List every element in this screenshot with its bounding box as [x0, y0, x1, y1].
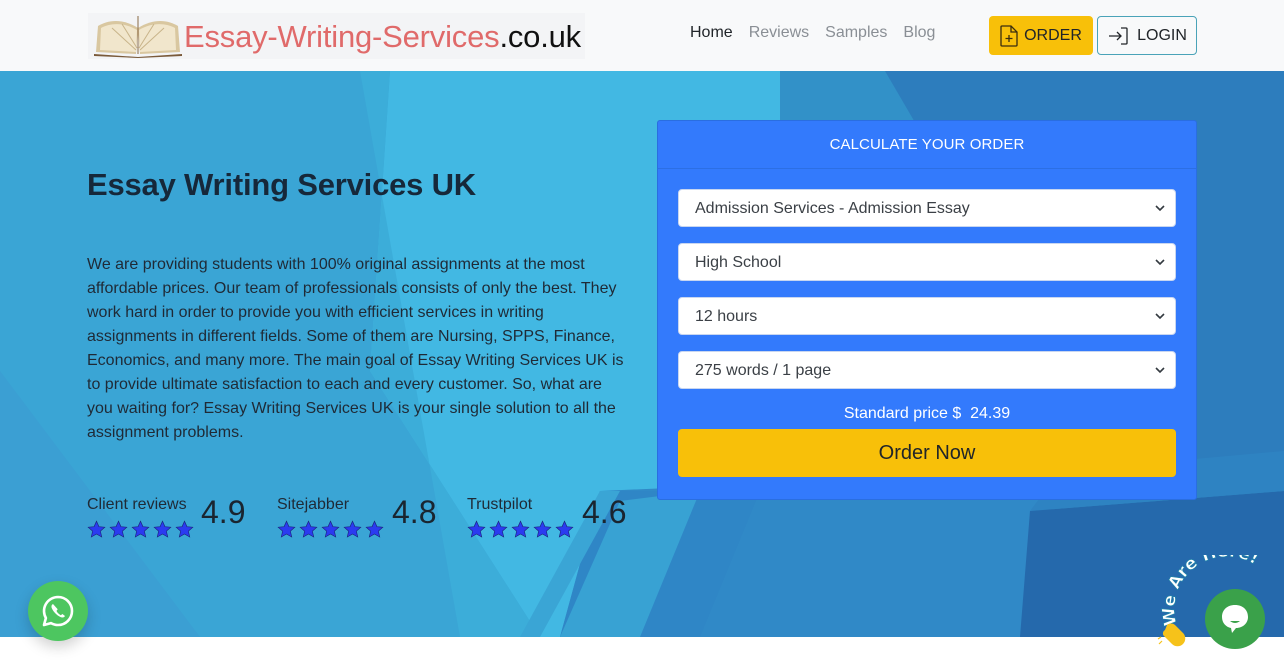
star-icon	[321, 520, 340, 538]
site-header: Essay-Writing-Services.co.uk Home Review…	[0, 0, 1284, 71]
pages-select-wrapper: 275 words / 1 page	[678, 351, 1176, 389]
ratings-row: Client reviews 4.9 Sitejabber 4.8 Trustp…	[87, 494, 657, 544]
chat-open-button[interactable]	[1205, 589, 1265, 649]
star-icon	[555, 520, 574, 538]
login-button-label: LOGIN	[1137, 26, 1187, 44]
star-icon	[467, 520, 486, 538]
rating-score: 4.9	[201, 494, 246, 530]
star-icon	[175, 520, 194, 538]
order-calculator: CALCULATE YOUR ORDER Admission Services …	[657, 120, 1197, 500]
file-plus-icon	[1000, 24, 1018, 47]
whatsapp-icon	[42, 595, 74, 627]
main-nav: Home Reviews Samples Blog	[690, 24, 935, 42]
deadline-select[interactable]: 12 hours	[679, 298, 1175, 334]
order-now-button[interactable]: Order Now	[678, 429, 1176, 477]
star-icon	[533, 520, 552, 538]
standard-price: Standard price $ 24.39	[678, 405, 1176, 429]
page-below-fold	[0, 637, 1284, 669]
rating-source: Client reviews	[87, 496, 187, 513]
calculator-title: CALCULATE YOUR ORDER	[658, 121, 1196, 169]
rating-score: 4.8	[392, 494, 437, 530]
nav-home[interactable]: Home	[690, 24, 733, 42]
nav-samples[interactable]: Samples	[825, 24, 887, 42]
rating-trustpilot: Trustpilot 4.6	[467, 494, 657, 544]
rating-stars	[277, 520, 384, 539]
academic-level-select-wrapper: High School	[678, 243, 1176, 281]
service-select[interactable]: Admission Services - Admission Essay	[679, 190, 1175, 226]
star-icon	[343, 520, 362, 538]
rating-client-reviews: Client reviews 4.9	[87, 494, 277, 544]
rating-source: Sitejabber	[277, 496, 350, 513]
login-button[interactable]: LOGIN	[1097, 16, 1197, 55]
star-icon	[131, 520, 150, 538]
price-value: 24.39	[970, 405, 1011, 422]
login-arrow-icon	[1109, 26, 1128, 45]
chat-widget[interactable]: We Are Here!	[1155, 541, 1284, 669]
rating-stars	[87, 520, 194, 539]
star-icon	[511, 520, 530, 538]
rating-stars	[467, 520, 574, 539]
nav-reviews[interactable]: Reviews	[749, 24, 809, 42]
site-logo[interactable]: Essay-Writing-Services.co.uk	[88, 13, 585, 59]
pages-select[interactable]: 275 words / 1 page	[679, 352, 1175, 388]
hero-section: Essay Writing Services UK We are providi…	[0, 71, 1284, 637]
star-icon	[277, 520, 296, 538]
rating-score: 4.6	[582, 494, 627, 530]
star-icon	[109, 520, 128, 538]
service-select-wrapper: Admission Services - Admission Essay	[678, 189, 1176, 227]
star-icon	[489, 520, 508, 538]
star-icon	[365, 520, 384, 538]
whatsapp-button[interactable]	[28, 581, 88, 641]
order-button-label: ORDER	[1024, 26, 1082, 44]
logo-main-text: Essay-Writing-Services	[184, 18, 500, 54]
hero-description: We are providing students with 100% orig…	[87, 256, 624, 441]
price-label: Standard price $	[843, 405, 962, 422]
logo-tld-text: .co.uk	[499, 18, 581, 54]
star-icon	[153, 520, 172, 538]
page-title: Essay Writing Services UK	[87, 167, 476, 202]
academic-level-select[interactable]: High School	[679, 244, 1175, 280]
order-button[interactable]: ORDER	[989, 16, 1093, 55]
open-book-icon	[94, 16, 182, 58]
star-icon	[299, 520, 318, 538]
rating-sitejabber: Sitejabber 4.8	[277, 494, 467, 544]
deadline-select-wrapper: 12 hours	[678, 297, 1176, 335]
chat-bubble-icon	[1222, 605, 1248, 633]
rating-source: Trustpilot	[467, 496, 533, 513]
star-icon	[87, 520, 106, 538]
nav-blog[interactable]: Blog	[903, 24, 935, 42]
